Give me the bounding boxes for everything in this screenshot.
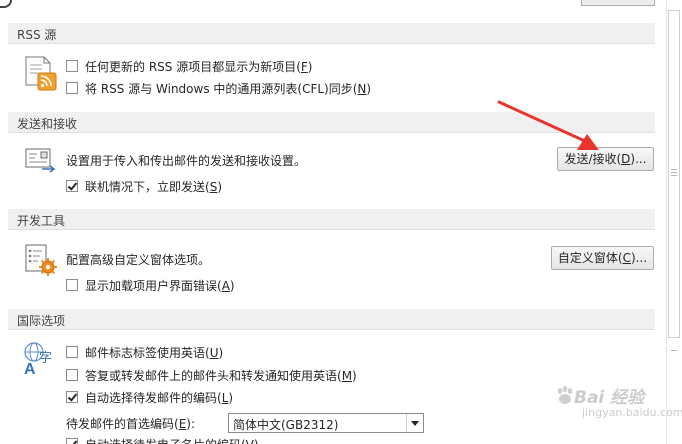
language-globe-icon: A 字 xyxy=(22,340,56,379)
auto-select-vcard-encoding-checkbox[interactable] xyxy=(66,438,78,444)
annotation-arrow-icon xyxy=(495,98,605,161)
scrollbar-grip xyxy=(671,172,677,173)
top-edge-remnant xyxy=(0,0,12,8)
section-title-developer: 开发工具 xyxy=(17,214,66,228)
scrollbar-grip xyxy=(671,175,677,176)
preferred-encoding-label: 待发邮件的首选编码(E): xyxy=(66,417,196,431)
chevron-down-icon[interactable] xyxy=(406,414,423,432)
rss-feed-icon xyxy=(24,55,58,94)
rss-show-updated-label[interactable]: 任何更新的 RSS 源项目都显示为新项目(F) xyxy=(85,58,312,75)
outlook-options-panel: RSS 源 任何更新的 RSS 源项目都显示为新项目(F) 将 RSS 源与 W… xyxy=(0,0,682,444)
watermark-url: jingyan.baidu.com xyxy=(582,406,682,419)
section-title-international: 国际选项 xyxy=(17,314,66,328)
section-title-send-receive: 发送和接收 xyxy=(17,117,78,131)
auto-select-vcard-encoding-label[interactable]: 自动选择待发电子名片的编码(V) xyxy=(85,436,259,444)
send-immediately-label[interactable]: 联机情况下，立即发送(S) xyxy=(85,178,222,195)
rss-sync-cfl-checkbox[interactable] xyxy=(66,82,78,94)
paw-icon xyxy=(557,386,573,404)
send-immediately-checkbox[interactable] xyxy=(66,180,78,192)
rss-sync-cfl-label[interactable]: 将 RSS 源与 Windows 中的通用源列表(CFL)同步(N) xyxy=(85,80,371,97)
english-flag-labels-checkbox[interactable] xyxy=(66,346,78,358)
preferred-encoding-value: 简体中文(GB2312) xyxy=(233,418,339,432)
baidu-jingyan-watermark: Bai 经验 jingyan.baidu.com xyxy=(548,383,682,431)
custom-forms-icon xyxy=(24,243,58,280)
send-receive-icon xyxy=(24,145,56,178)
english-reply-headers-label[interactable]: 答复或转发邮件上的邮件头和转发通知使用英语(M) xyxy=(85,367,357,384)
section-header-international: 国际选项 xyxy=(8,309,655,330)
custom-forms-description: 配置高级自定义窗体选项。 xyxy=(66,253,211,267)
scrollbar-thumb[interactable] xyxy=(668,10,680,338)
top-button-remnant[interactable] xyxy=(581,0,655,6)
watermark-brand: Bai 经验 xyxy=(574,388,645,408)
english-flag-labels-label[interactable]: 邮件标志标签使用英语(U) xyxy=(85,344,223,361)
svg-text:字: 字 xyxy=(39,351,52,366)
section-header-rss: RSS 源 xyxy=(8,23,655,44)
section-header-developer: 开发工具 xyxy=(8,209,655,230)
scrollbar-grip-lower xyxy=(671,350,677,351)
preferred-encoding-select[interactable]: 简体中文(GB2312) xyxy=(228,413,424,433)
rss-show-updated-checkbox[interactable] xyxy=(66,60,78,72)
send-receive-description: 设置用于传入和传出邮件的发送和接收设置。 xyxy=(66,154,307,168)
scrollbar-grip xyxy=(671,169,677,170)
custom-forms-button[interactable]: 自定义窗体(C)... xyxy=(551,246,654,270)
english-reply-headers-checkbox[interactable] xyxy=(66,369,78,381)
auto-select-encoding-checkbox[interactable] xyxy=(66,391,78,403)
auto-select-encoding-label[interactable]: 自动选择待发邮件的编码(L) xyxy=(85,389,233,406)
show-addin-errors-label[interactable]: 显示加载项用户界面错误(A) xyxy=(85,277,235,294)
svg-text:A: A xyxy=(24,361,36,376)
show-addin-errors-checkbox[interactable] xyxy=(66,279,78,291)
section-title-rss: RSS 源 xyxy=(17,28,57,42)
